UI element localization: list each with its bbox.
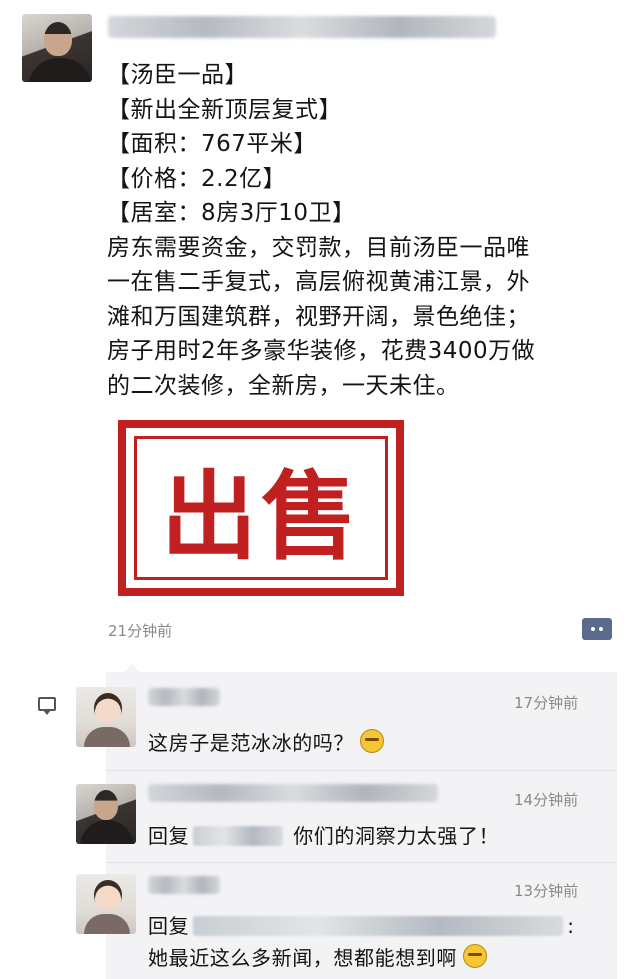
more-dots-icon[interactable] — [582, 618, 612, 640]
post-line: 的二次装修，全新房，一天未住。 — [107, 372, 460, 399]
avatar-body — [28, 58, 92, 82]
comment-time: 14分钟前 — [514, 791, 579, 809]
comment-time: 13分钟前 — [514, 882, 579, 900]
avatar-body — [84, 914, 130, 934]
post-line: 房子用时2年多豪华装修，花费3400万做 — [107, 338, 536, 364]
avatar-body — [84, 727, 130, 747]
commenter-name-blurred[interactable] — [148, 876, 220, 894]
stamp-text: 出售 — [161, 459, 361, 573]
post-line: 【价格：2.2亿】 — [107, 165, 287, 192]
post-timestamp: 21分钟前 — [108, 622, 173, 640]
comment-text: 回复 你们的洞察力太强了！ — [148, 820, 499, 849]
grimace-emoji-icon — [360, 729, 384, 753]
comment-body: 她最近这么多新闻，想都能想到啊 — [148, 946, 457, 970]
commenter-name-blurred[interactable] — [148, 688, 220, 706]
post-line: 【面积：767平米】 — [107, 131, 317, 157]
comment-time: 17分钟前 — [514, 694, 579, 712]
avatar-head — [94, 880, 122, 910]
grimace-emoji-icon — [463, 944, 487, 968]
comment-divider — [106, 770, 617, 771]
post-line: 一在售二手复式，高层俯视黄浦江景，外 — [107, 269, 530, 295]
avatar-body — [80, 820, 134, 844]
post-line: 【居室：8房3厅10卫】 — [107, 200, 356, 226]
comment-body: 你们的洞察力太强了！ — [293, 824, 500, 848]
reply-target-blurred[interactable] — [193, 826, 284, 846]
commenter-avatar[interactable] — [76, 784, 136, 844]
dot — [591, 627, 595, 631]
post-line: 【汤臣一品】 — [107, 62, 248, 88]
post-line: 滩和万国建筑群，视野开阔，景色绝佳； — [107, 303, 530, 330]
comment-divider — [106, 862, 617, 863]
avatar-head — [94, 790, 118, 820]
reply-target-blurred[interactable] — [193, 916, 564, 936]
stamp-inner-border: 出售 — [134, 436, 388, 580]
post-text: 【汤臣一品】 【新出全新顶层复式】 【面积：767平米】 【价格：2.2亿】 【… — [107, 58, 617, 403]
commenter-avatar[interactable] — [76, 874, 136, 934]
avatar-head — [94, 693, 122, 723]
reply-prefix: 回复 — [148, 914, 190, 938]
avatar-head — [44, 22, 72, 56]
author-avatar[interactable] — [22, 14, 92, 82]
commenter-avatar[interactable] — [76, 687, 136, 747]
reply-colon: : — [567, 914, 575, 938]
for-sale-stamp-image[interactable]: 出售 — [118, 420, 404, 596]
dot — [599, 627, 603, 631]
comment-bubble-icon — [38, 697, 56, 715]
comment-text: 这房子是范冰冰的吗？ — [148, 727, 384, 756]
post-line: 房东需要资金，交罚款，目前汤臣一品唯 — [107, 234, 530, 261]
author-name-blurred[interactable] — [108, 16, 496, 38]
reply-prefix: 回复 — [148, 824, 190, 848]
commenter-name-blurred[interactable] — [148, 784, 438, 802]
comment-text: 回复: — [148, 910, 575, 939]
comment-text: 她最近这么多新闻，想都能想到啊 — [148, 942, 487, 971]
comment-body: 这房子是范冰冰的吗？ — [148, 731, 354, 755]
post-line: 【新出全新顶层复式】 — [107, 96, 342, 123]
